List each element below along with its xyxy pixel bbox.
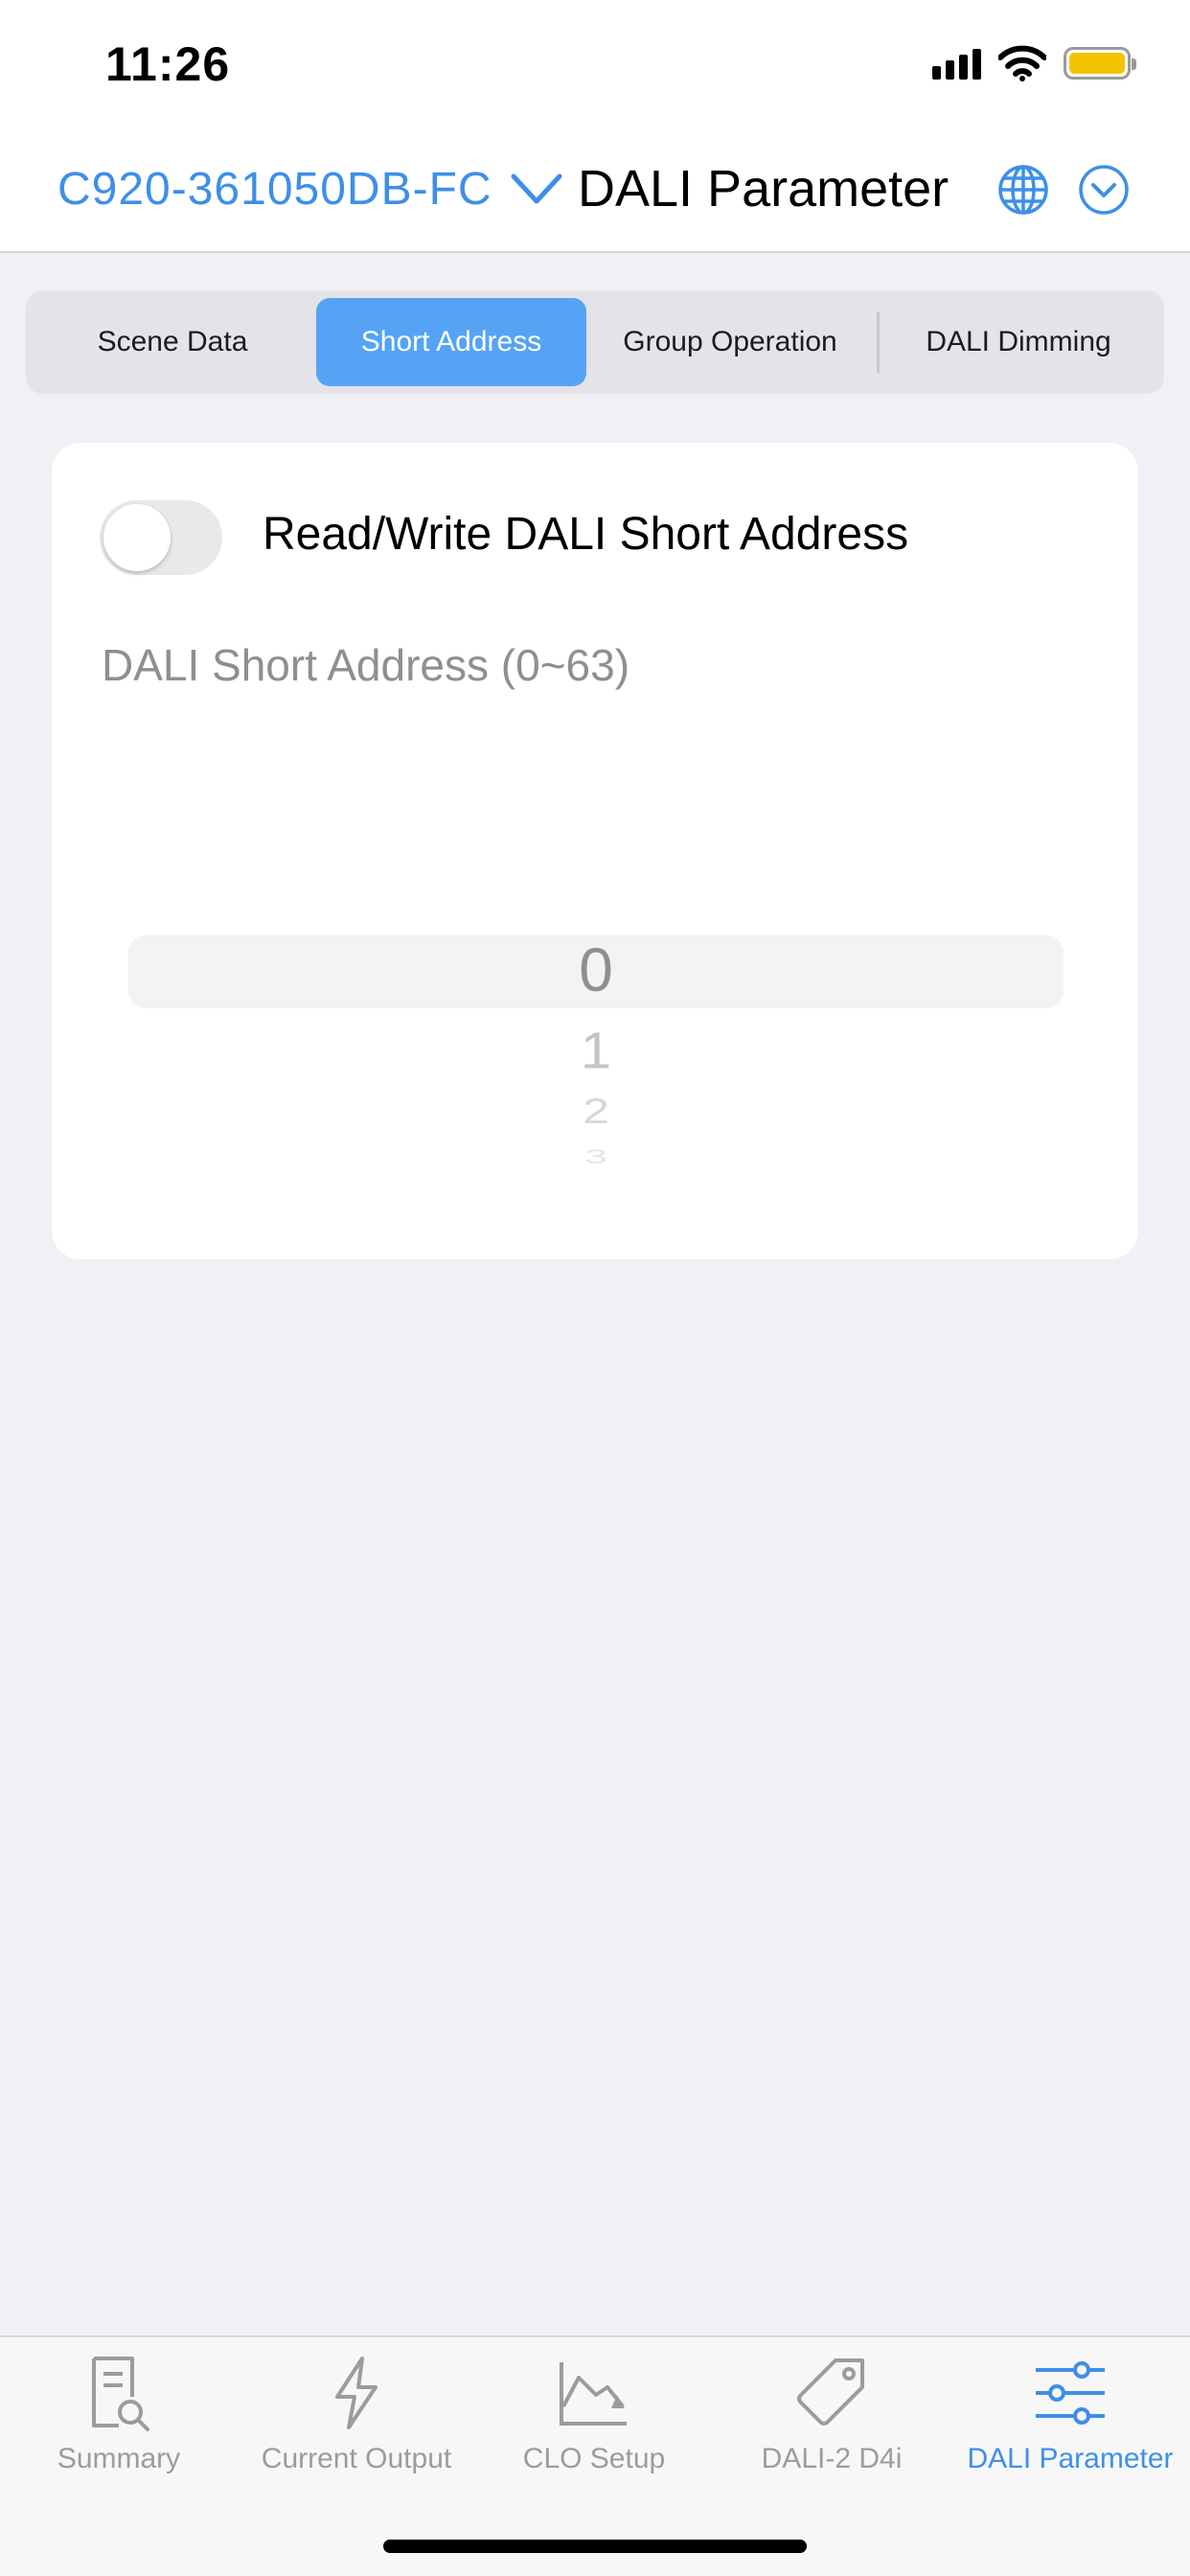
chevron-down-icon[interactable] bbox=[508, 165, 565, 211]
toggle-label: Read/Write DALI Short Address bbox=[263, 509, 909, 560]
read-write-toggle[interactable] bbox=[100, 500, 222, 575]
tabbar-item-current-output[interactable]: Current Output bbox=[238, 2351, 475, 2495]
nav-bar: C920-361050DB-FC DALI Parameter bbox=[0, 134, 1190, 253]
tabbar-label: DALI-2 D4i bbox=[761, 2443, 903, 2474]
signal-bars-icon bbox=[932, 47, 981, 80]
status-bar: 11:26 bbox=[0, 0, 1190, 134]
globe-icon[interactable] bbox=[996, 163, 1050, 217]
line-chart-icon bbox=[560, 2362, 627, 2426]
tabbar-item-dali-parameter[interactable]: DALI Parameter bbox=[950, 2351, 1190, 2495]
tag-icon bbox=[797, 2358, 864, 2426]
circle-chevron-down-icon[interactable] bbox=[1077, 163, 1131, 217]
tab-dali-dimming[interactable]: DALI Dimming bbox=[881, 298, 1156, 386]
tabbar-item-summary[interactable]: Summary bbox=[0, 2351, 238, 2495]
picker-item-selected[interactable]: 0 bbox=[128, 939, 1064, 1000]
picker-item[interactable]: 1 bbox=[128, 1025, 1064, 1076]
toggle-knob bbox=[103, 504, 171, 571]
tabbar-label: Summary bbox=[57, 2443, 181, 2474]
home-indicator[interactable] bbox=[383, 2540, 807, 2553]
status-time: 11:26 bbox=[105, 37, 231, 91]
tab-scene-data[interactable]: Scene Data bbox=[34, 298, 311, 386]
tabbar-label: Current Output bbox=[261, 2443, 452, 2474]
tab-short-address[interactable]: Short Address bbox=[316, 298, 586, 386]
status-icons bbox=[932, 44, 1136, 82]
short-address-card: Read/Write DALI Short Address DALI Short… bbox=[52, 443, 1138, 1259]
short-address-label: DALI Short Address (0~63) bbox=[102, 640, 630, 690]
tab-group-operation[interactable]: Group Operation bbox=[591, 298, 869, 386]
battery-icon bbox=[1064, 47, 1136, 80]
wifi-icon bbox=[998, 45, 1046, 81]
device-selector[interactable]: C920-361050DB-FC bbox=[57, 163, 492, 216]
short-address-picker[interactable]: 0 1 2 3 bbox=[128, 935, 1064, 1204]
tabbar-item-clo-setup[interactable]: CLO Setup bbox=[475, 2351, 713, 2495]
segmented-control: Scene Data Short Address Group Operation… bbox=[26, 290, 1164, 394]
picker-item[interactable]: 3 bbox=[128, 1146, 1064, 1167]
lightning-bolt-icon bbox=[335, 2357, 378, 2429]
document-search-icon bbox=[92, 2357, 149, 2431]
segment-divider bbox=[877, 311, 880, 373]
page-title: DALI Parameter bbox=[578, 160, 950, 218]
tabbar-label: DALI Parameter bbox=[967, 2443, 1174, 2474]
tabbar-label: CLO Setup bbox=[522, 2443, 666, 2474]
tabbar-item-dali-2-d4i[interactable]: DALI-2 D4i bbox=[713, 2351, 950, 2495]
sliders-icon bbox=[1036, 2361, 1105, 2425]
picker-item[interactable]: 2 bbox=[128, 1092, 1064, 1129]
